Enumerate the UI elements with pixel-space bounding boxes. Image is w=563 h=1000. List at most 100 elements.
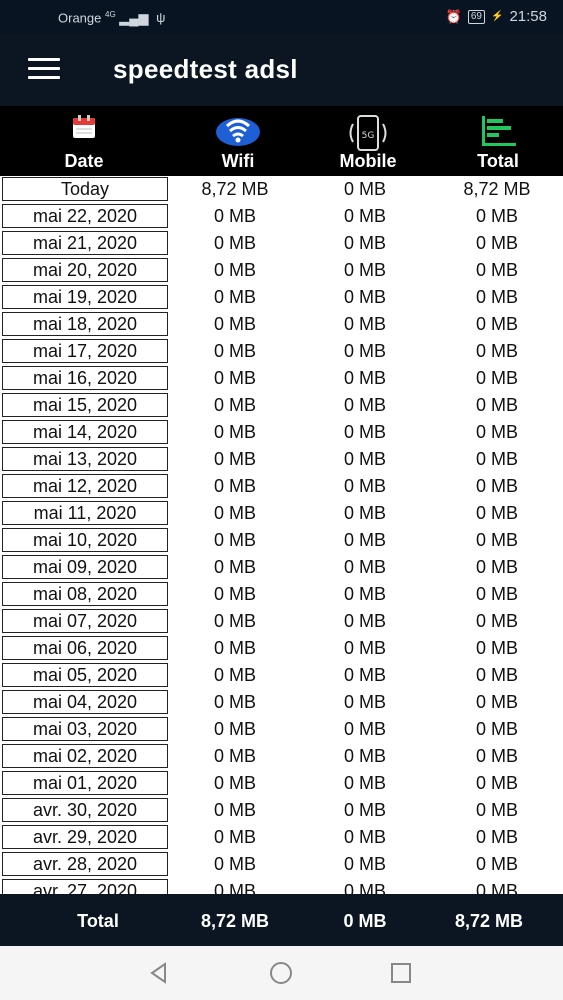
total-cell: 0 MB <box>475 503 518 523</box>
table-row[interactable]: avr. 27, 2020 0 MB 0 MB 0 MB <box>0 878 563 894</box>
mobile-cell: 0 MB <box>343 611 386 631</box>
mobile-cell: 0 MB <box>343 557 386 577</box>
date-cell: mai 14, 2020 <box>2 420 168 444</box>
wifi-cell: 0 MB <box>213 557 256 577</box>
wifi-cell: 0 MB <box>213 881 256 894</box>
network-type: 4G <box>105 10 116 19</box>
date-cell: Today <box>2 177 168 201</box>
table-row[interactable]: mai 09, 2020 0 MB 0 MB 0 MB <box>0 554 563 581</box>
back-icon[interactable] <box>147 961 171 985</box>
wifi-cell: 0 MB <box>213 530 256 550</box>
mobile-cell: 0 MB <box>343 476 386 496</box>
table-row[interactable]: mai 02, 2020 0 MB 0 MB 0 MB <box>0 743 563 770</box>
mobile-cell: 0 MB <box>343 638 386 658</box>
usage-table[interactable]: Today 8,72 MB 0 MB 8,72 MB mai 22, 2020 0 MB 0… <box>0 176 563 894</box>
wifi-cell: 0 MB <box>213 287 256 307</box>
mobile-cell: 0 MB <box>343 584 386 604</box>
table-row[interactable]: mai 13, 2020 0 MB 0 MB 0 MB <box>0 446 563 473</box>
carrier-name: Orange <box>58 10 102 26</box>
table-row[interactable]: mai 15, 2020 0 MB 0 MB 0 MB <box>0 392 563 419</box>
date-cell: mai 07, 2020 <box>2 609 168 633</box>
date-cell: mai 13, 2020 <box>2 447 168 471</box>
total-cell: 0 MB <box>475 665 518 685</box>
calendar-icon <box>71 114 97 145</box>
date-cell: mai 20, 2020 <box>2 258 168 282</box>
table-row[interactable]: mai 07, 2020 0 MB 0 MB 0 MB <box>0 608 563 635</box>
date-cell: mai 17, 2020 <box>2 339 168 363</box>
table-row[interactable]: mai 12, 2020 0 MB 0 MB 0 MB <box>0 473 563 500</box>
date-cell: avr. 27, 2020 <box>2 879 168 894</box>
table-row[interactable]: mai 16, 2020 0 MB 0 MB 0 MB <box>0 365 563 392</box>
table-row[interactable]: avr. 30, 2020 0 MB 0 MB 0 MB <box>0 797 563 824</box>
date-cell: mai 08, 2020 <box>2 582 168 606</box>
table-row[interactable]: mai 03, 2020 0 MB 0 MB 0 MB <box>0 716 563 743</box>
totals-wifi: 8,72 MB <box>200 911 270 931</box>
total-cell: 0 MB <box>475 368 518 388</box>
mobile-cell: 0 MB <box>343 368 386 388</box>
mobile-cell: 0 MB <box>343 692 386 712</box>
total-cell: 0 MB <box>475 638 518 658</box>
table-row[interactable]: mai 21, 2020 0 MB 0 MB 0 MB <box>0 230 563 257</box>
column-wifi-label: Wifi <box>221 151 255 171</box>
table-row[interactable]: mai 04, 2020 0 MB 0 MB 0 MB <box>0 689 563 716</box>
table-row[interactable]: mai 19, 2020 0 MB 0 MB 0 MB <box>0 284 563 311</box>
system-nav-bar <box>0 946 563 1000</box>
total-cell: 0 MB <box>475 476 518 496</box>
table-row[interactable]: mai 08, 2020 0 MB 0 MB 0 MB <box>0 581 563 608</box>
total-cell: 0 MB <box>475 530 518 550</box>
table-row[interactable]: mai 06, 2020 0 MB 0 MB 0 MB <box>0 635 563 662</box>
menu-icon[interactable] <box>28 58 60 82</box>
table-row[interactable]: mai 22, 2020 0 MB 0 MB 0 MB <box>0 203 563 230</box>
table-row[interactable]: mai 01, 2020 0 MB 0 MB 0 MB <box>0 770 563 797</box>
date-cell: mai 22, 2020 <box>2 204 168 228</box>
table-row[interactable]: mai 05, 2020 0 MB 0 MB 0 MB <box>0 662 563 689</box>
wifi-cell: 0 MB <box>213 665 256 685</box>
table-row[interactable]: mai 11, 2020 0 MB 0 MB 0 MB <box>0 500 563 527</box>
table-row[interactable]: mai 18, 2020 0 MB 0 MB 0 MB <box>0 311 563 338</box>
total-cell: 0 MB <box>475 854 518 874</box>
status-right: ⏰ 69 ⚡ 21:58 <box>446 8 547 25</box>
table-row[interactable]: mai 14, 2020 0 MB 0 MB 0 MB <box>0 419 563 446</box>
wifi-cell: 0 MB <box>213 638 256 658</box>
alarm-icon: ⏰ <box>445 8 462 24</box>
mobile-cell: 0 MB <box>343 287 386 307</box>
wifi-cell: 0 MB <box>213 260 256 280</box>
date-cell: avr. 30, 2020 <box>2 798 168 822</box>
date-cell: mai 11, 2020 <box>2 501 168 525</box>
wifi-cell: 0 MB <box>213 719 256 739</box>
mobile-cell: 0 MB <box>343 800 386 820</box>
mobile-cell: 0 MB <box>343 881 386 894</box>
table-row[interactable]: Today 8,72 MB 0 MB 8,72 MB <box>0 176 563 203</box>
date-cell: mai 03, 2020 <box>2 717 168 741</box>
mobile-cell: 0 MB <box>343 314 386 334</box>
wifi-cell: 0 MB <box>213 206 256 226</box>
wifi-cell: 0 MB <box>213 854 256 874</box>
total-cell: 0 MB <box>475 557 518 577</box>
column-date: Date <box>2 106 166 176</box>
home-icon[interactable] <box>269 961 293 985</box>
table-row[interactable]: avr. 29, 2020 0 MB 0 MB 0 MB <box>0 824 563 851</box>
total-cell: 0 MB <box>475 719 518 739</box>
status-bar: Orange 4G ▂▄▆ ψ ⏰ 69 ⚡ 21:58 <box>0 0 563 34</box>
total-cell: 0 MB <box>475 611 518 631</box>
recents-icon[interactable] <box>389 961 413 985</box>
wifi-cell: 0 MB <box>213 503 256 523</box>
table-row[interactable]: mai 10, 2020 0 MB 0 MB 0 MB <box>0 527 563 554</box>
date-cell: avr. 29, 2020 <box>2 825 168 849</box>
date-cell: mai 19, 2020 <box>2 285 168 309</box>
mobile-cell: 0 MB <box>343 422 386 442</box>
status-left: Orange 4G ▂▄▆ ψ <box>58 10 165 26</box>
total-cell: 0 MB <box>475 449 518 469</box>
wifi-cell: 0 MB <box>213 746 256 766</box>
date-cell: avr. 28, 2020 <box>2 852 168 876</box>
mobile-cell: 0 MB <box>343 854 386 874</box>
table-row[interactable]: mai 20, 2020 0 MB 0 MB 0 MB <box>0 257 563 284</box>
total-cell: 0 MB <box>475 206 518 226</box>
total-cell: 0 MB <box>475 746 518 766</box>
table-row[interactable]: avr. 28, 2020 0 MB 0 MB 0 MB <box>0 851 563 878</box>
bar-chart-icon <box>478 114 518 153</box>
column-total-label: Total <box>477 151 519 171</box>
table-row[interactable]: mai 17, 2020 0 MB 0 MB 0 MB <box>0 338 563 365</box>
mobile-cell: 0 MB <box>343 503 386 523</box>
wifi-icon <box>215 114 261 153</box>
